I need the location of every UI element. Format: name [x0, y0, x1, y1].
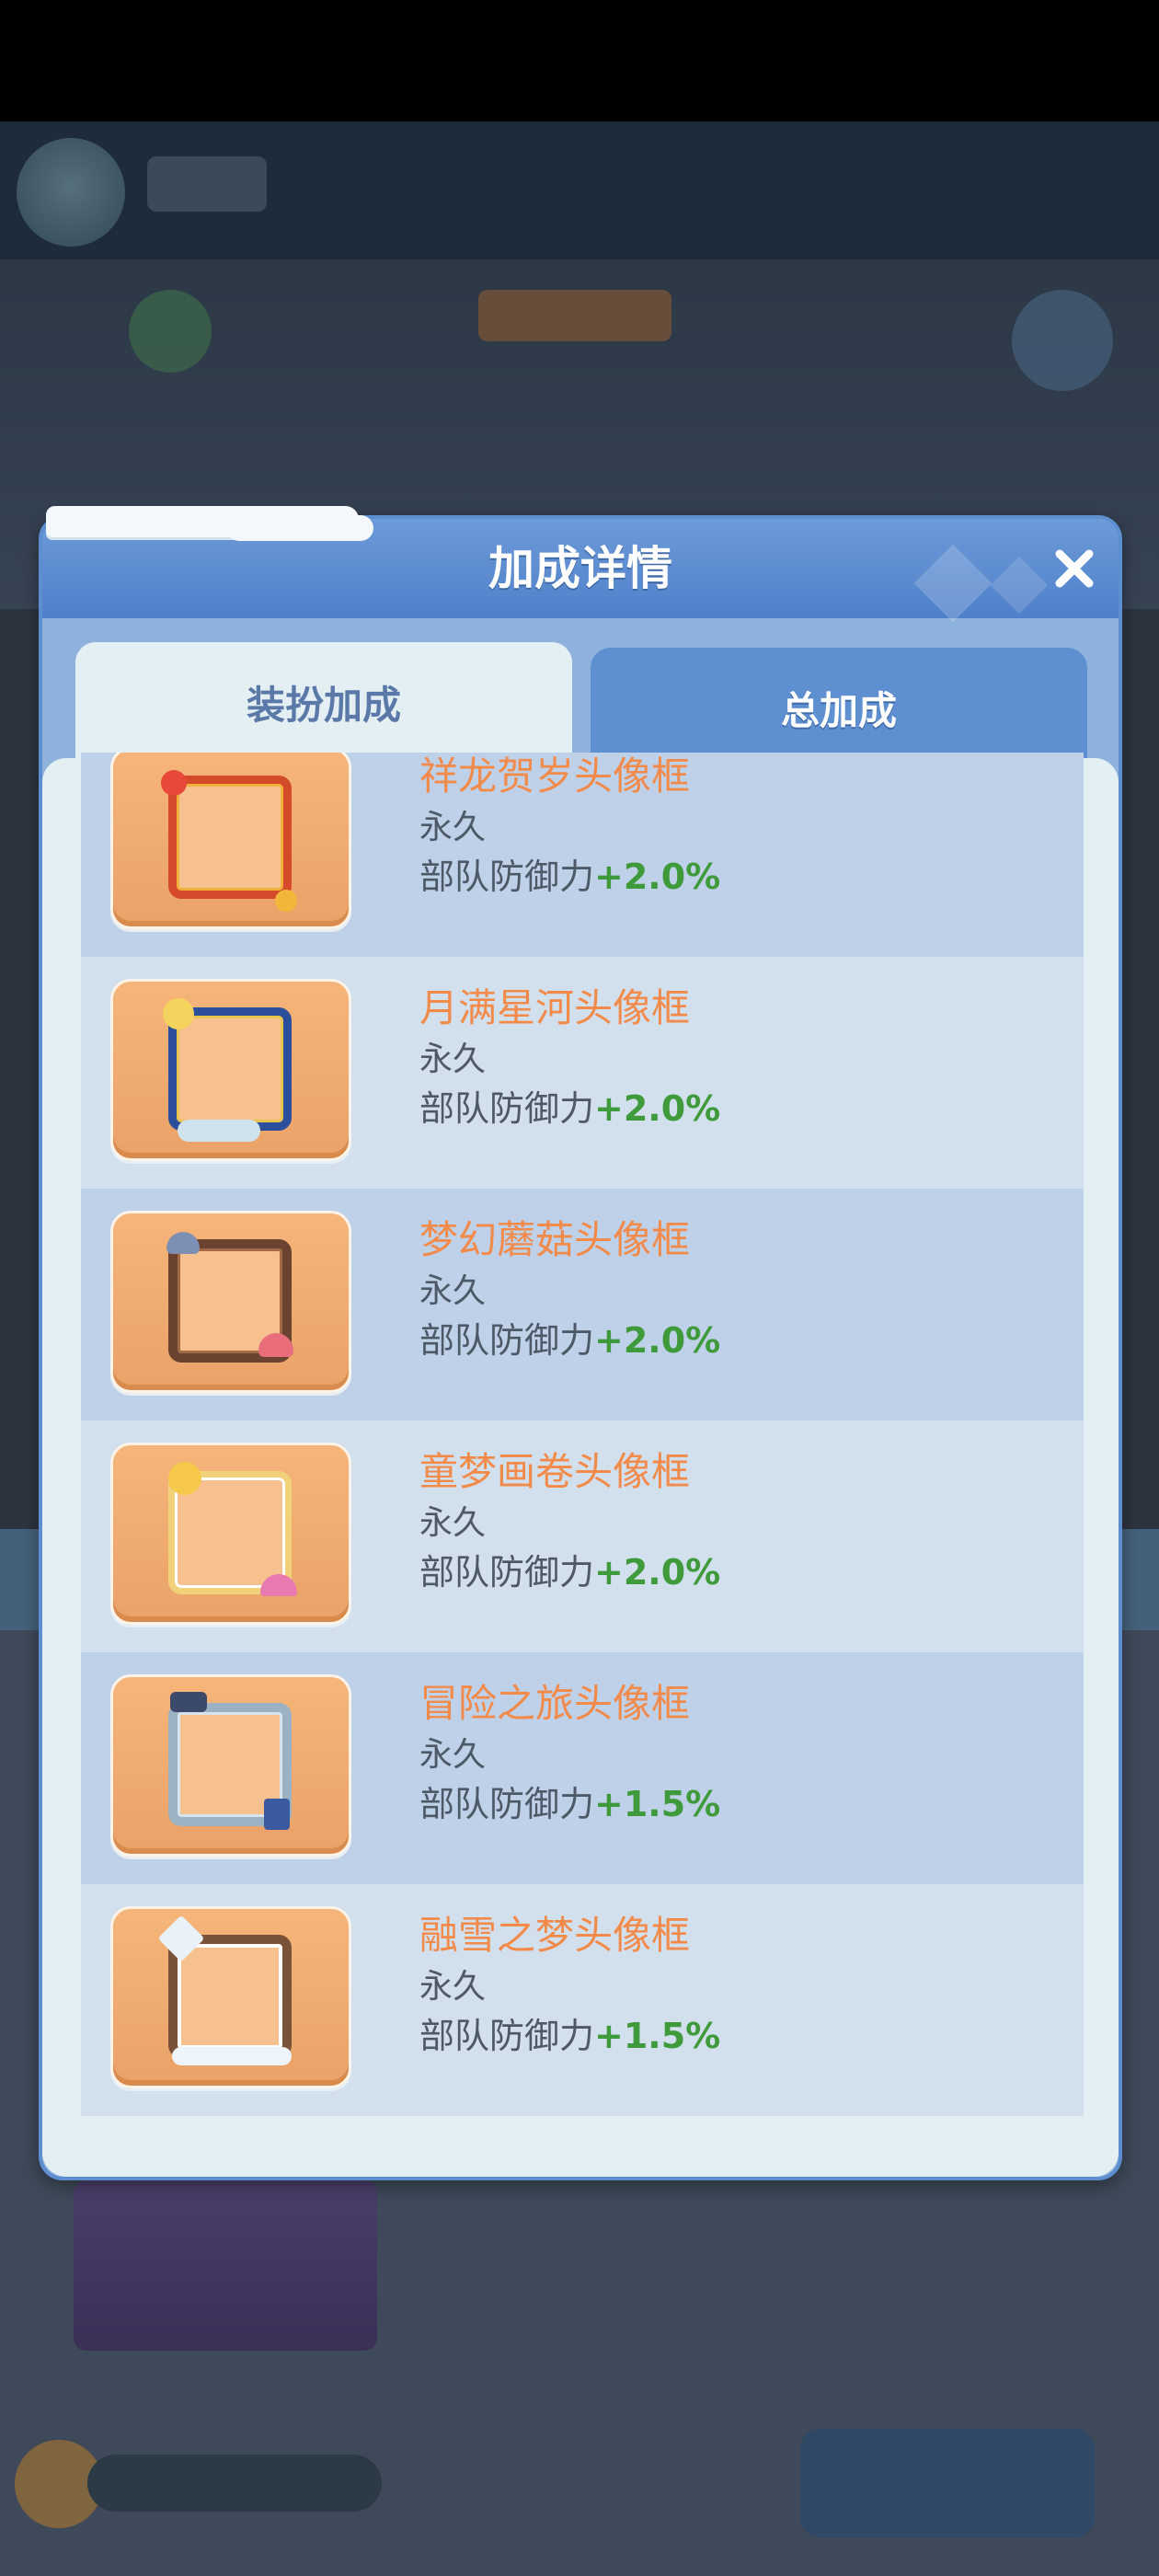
- effect-label: 部队防御力: [419, 1784, 595, 1824]
- bonus-value: +1.5%: [594, 1784, 721, 1824]
- frame-thumbnail: [110, 1906, 351, 2088]
- effect-label: 部队防御力: [419, 1552, 595, 1593]
- background-avatar: [17, 138, 125, 247]
- list-item: 童梦画卷头像框 永久 部队防御力+2.0%: [81, 1420, 1084, 1652]
- item-duration: 永久: [419, 1272, 487, 1310]
- item-duration: 永久: [419, 1041, 487, 1078]
- list-item: 融雪之梦头像框 永久 部队防御力+1.5%: [81, 1884, 1084, 2116]
- bonus-list[interactable]: 祥龙贺岁头像框 永久 部队防御力+2.0% 月满星河头像框 永久 部队防御力+2…: [81, 753, 1084, 2142]
- dialog-title: 加成详情: [488, 542, 672, 595]
- item-name: 梦幻蘑菇头像框: [419, 1217, 691, 1262]
- effect-label: 部队防御力: [419, 2016, 595, 2056]
- bonus-value: +2.0%: [594, 1088, 721, 1129]
- background-badge: [129, 290, 212, 373]
- frame-thumbnail: [110, 1674, 351, 1857]
- item-name: 月满星河头像框: [419, 985, 691, 1030]
- background-card: [74, 2180, 377, 2351]
- item-effect: 部队防御力+2.0%: [419, 848, 720, 899]
- list-item: 冒险之旅头像框 永久 部队防御力+1.5%: [81, 1652, 1084, 1884]
- close-button[interactable]: [1047, 541, 1102, 596]
- bonus-value: +2.0%: [594, 1552, 721, 1593]
- close-icon: [1055, 549, 1094, 588]
- item-effect: 部队防御力+1.5%: [419, 2007, 720, 2058]
- item-name: 冒险之旅头像框: [419, 1681, 691, 1726]
- item-duration: 永久: [419, 1736, 487, 1774]
- list-item: 梦幻蘑菇头像框 永久 部队防御力+2.0%: [81, 1189, 1084, 1420]
- tab-total-bonus[interactable]: 总加成: [591, 648, 1087, 767]
- background-title: [147, 156, 267, 212]
- effect-label: 部队防御力: [419, 1088, 595, 1129]
- item-name: 祥龙贺岁头像框: [419, 753, 691, 799]
- bonus-value: +2.0%: [594, 857, 721, 897]
- bonus-value: +2.0%: [594, 1320, 721, 1361]
- bonus-details-dialog: 加成详情 总加成 装扮加成 祥龙贺岁头像框 永久 部队防御力+2.0% 月满星河…: [39, 506, 1122, 2180]
- item-duration: 永久: [419, 1968, 487, 2006]
- background-label: [478, 290, 671, 341]
- item-name: 童梦画卷头像框: [419, 1449, 691, 1494]
- bonus-value: +1.5%: [594, 2016, 721, 2056]
- item-effect: 部队防御力+2.0%: [419, 1312, 720, 1363]
- list-item: 祥龙贺岁头像框 永久 部队防御力+2.0%: [81, 753, 1084, 957]
- item-name: 融雪之梦头像框: [419, 1913, 691, 1958]
- item-effect: 部队防御力+2.0%: [419, 1080, 720, 1131]
- effect-label: 部队防御力: [419, 1320, 595, 1361]
- tab-content: 祥龙贺岁头像框 永久 部队防御力+2.0% 月满星河头像框 永久 部队防御力+2…: [42, 753, 1119, 2177]
- effect-label: 部队防御力: [419, 857, 595, 897]
- frame-thumbnail: [110, 979, 351, 1161]
- item-duration: 永久: [419, 809, 487, 846]
- tab-outfit-bonus[interactable]: 装扮加成: [75, 642, 572, 762]
- item-effect: 部队防御力+1.5%: [419, 1776, 720, 1826]
- background-round-button: [1012, 290, 1113, 391]
- frame-thumbnail: [110, 1211, 351, 1393]
- dragon-frame-icon: [168, 776, 292, 899]
- item-duration: 永久: [419, 1504, 487, 1542]
- frame-thumbnail: [110, 1443, 351, 1625]
- background-progress: [87, 2455, 382, 2512]
- background-button: [800, 2429, 1095, 2537]
- frame-thumbnail: [110, 753, 351, 929]
- list-item: 月满星河头像框 永久 部队防御力+2.0%: [81, 957, 1084, 1189]
- status-bar: [0, 0, 1159, 121]
- item-effect: 部队防御力+2.0%: [419, 1544, 720, 1594]
